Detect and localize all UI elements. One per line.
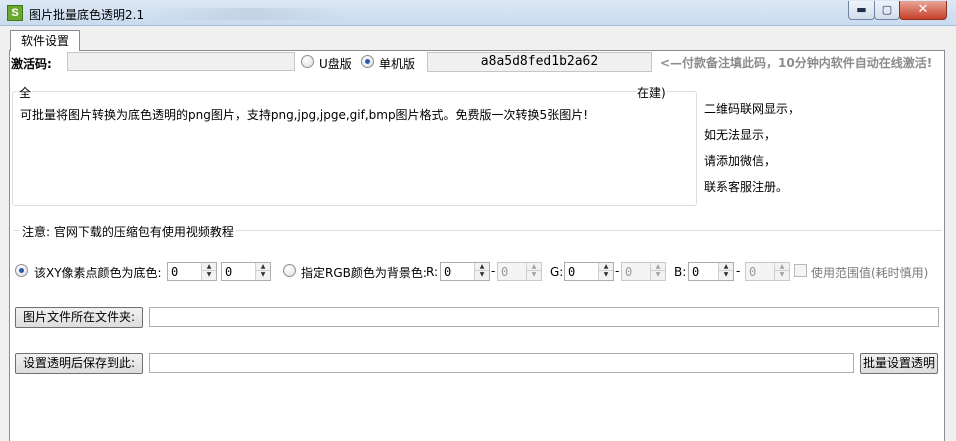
- save-folder-button[interactable]: 设置透明后保存到此:: [15, 353, 143, 374]
- xy-pixel-radio[interactable]: [15, 264, 28, 277]
- app-icon: S: [7, 5, 23, 21]
- spinner-down-icon[interactable]: ▼: [202, 271, 216, 279]
- g-value: 0: [568, 265, 576, 279]
- spinner-down-icon[interactable]: ▼: [651, 271, 665, 279]
- machine-code-field[interactable]: a8a5d8fed1b2a62: [427, 52, 652, 72]
- b-range-value: 0: [749, 265, 757, 279]
- spinner-up-icon[interactable]: ▲: [719, 263, 733, 271]
- title-blurred-text: [150, 8, 350, 20]
- y-coordinate-spinner[interactable]: 0 ▲ ▼: [221, 262, 271, 281]
- activation-label: 激活码:: [11, 57, 52, 71]
- y-value: 0: [225, 265, 233, 279]
- info-legend-left: 全: [18, 84, 33, 101]
- b-value: 0: [692, 265, 700, 279]
- spinner-up-icon[interactable]: ▲: [651, 263, 665, 271]
- r-value: 0: [444, 265, 452, 279]
- title-bar[interactable]: S 图片批量底色透明2.1 ▬ ▢ ✕: [0, 0, 956, 26]
- use-range-label: 使用范围值(耗时慎用): [811, 266, 929, 280]
- rgb-color-radio[interactable]: [283, 264, 296, 277]
- spinner-down-icon[interactable]: ▼: [256, 271, 270, 279]
- g-range-dash: -: [615, 264, 620, 278]
- x-coordinate-spinner[interactable]: 0 ▲ ▼: [167, 262, 217, 281]
- b-spinner[interactable]: 0 ▲ ▼: [688, 262, 734, 281]
- standalone-edition-radio[interactable]: [361, 55, 374, 68]
- source-folder-path-input[interactable]: [149, 307, 939, 327]
- source-folder-button[interactable]: 图片文件所在文件夹:: [15, 307, 143, 328]
- spinner-up-icon[interactable]: ▲: [475, 263, 489, 271]
- spinner-up-icon[interactable]: ▲: [775, 263, 789, 271]
- batch-transparent-button[interactable]: 批量设置透明: [860, 353, 938, 374]
- info-description: 可批量将图片转换为底色透明的png图片，支持png,jpg,jpge,gif,b…: [20, 108, 589, 122]
- spinner-down-icon[interactable]: ▼: [599, 271, 613, 279]
- maximize-button[interactable]: ▢: [874, 1, 900, 20]
- close-button[interactable]: ✕: [899, 1, 947, 20]
- tab-software-settings[interactable]: 软件设置: [10, 30, 80, 51]
- minimize-button[interactable]: ▬: [848, 1, 875, 20]
- r-range-value: 0: [501, 265, 509, 279]
- usb-edition-label: U盘版: [319, 57, 352, 71]
- spinner-up-icon[interactable]: ▲: [256, 263, 270, 271]
- activation-hint: <—付款备注填此码，10分钟内软件自动在线激活!: [660, 56, 933, 70]
- info-legend-right: 在建): [636, 84, 667, 101]
- qr-line-3: 请添加微信，: [704, 154, 777, 168]
- save-folder-path-input[interactable]: [149, 353, 854, 373]
- qr-line-2: 如无法显示，: [704, 128, 777, 142]
- r-label: R:: [426, 265, 439, 279]
- b-range-spinner[interactable]: 0 ▲ ▼: [745, 262, 790, 281]
- spinner-up-icon[interactable]: ▲: [527, 263, 541, 271]
- standalone-edition-label: 单机版: [379, 57, 416, 71]
- b-label: B:: [674, 265, 687, 279]
- usb-edition-radio[interactable]: [301, 55, 314, 68]
- use-range-checkbox[interactable]: [794, 264, 807, 277]
- spinner-up-icon[interactable]: ▲: [202, 263, 216, 271]
- spinner-down-icon[interactable]: ▼: [719, 271, 733, 279]
- g-spinner[interactable]: 0 ▲ ▼: [564, 262, 614, 281]
- activation-code-input[interactable]: [67, 52, 295, 71]
- window-title: 图片批量底色透明2.1: [29, 8, 145, 22]
- xy-pixel-label: 该XY像素点颜色为底色:: [34, 266, 162, 280]
- r-range-spinner[interactable]: 0 ▲ ▼: [497, 262, 542, 281]
- notice-text: 注意: 官网下载的压缩包有使用视频教程: [20, 223, 236, 240]
- qr-line-4: 联系客服注册。: [704, 180, 789, 194]
- spinner-down-icon[interactable]: ▼: [527, 271, 541, 279]
- spinner-up-icon[interactable]: ▲: [599, 263, 613, 271]
- spinner-down-icon[interactable]: ▼: [475, 271, 489, 279]
- r-range-dash: -: [491, 264, 496, 278]
- qr-line-1: 二维码联网显示，: [704, 102, 801, 116]
- g-range-value: 0: [625, 265, 633, 279]
- spinner-down-icon[interactable]: ▼: [775, 271, 789, 279]
- b-range-dash: -: [736, 264, 741, 278]
- r-spinner[interactable]: 0 ▲ ▼: [440, 262, 490, 281]
- rgb-color-label: 指定RGB颜色为背景色:: [301, 266, 427, 280]
- x-value: 0: [171, 265, 179, 279]
- g-range-spinner[interactable]: 0 ▲ ▼: [621, 262, 666, 281]
- g-label: G:: [550, 265, 564, 279]
